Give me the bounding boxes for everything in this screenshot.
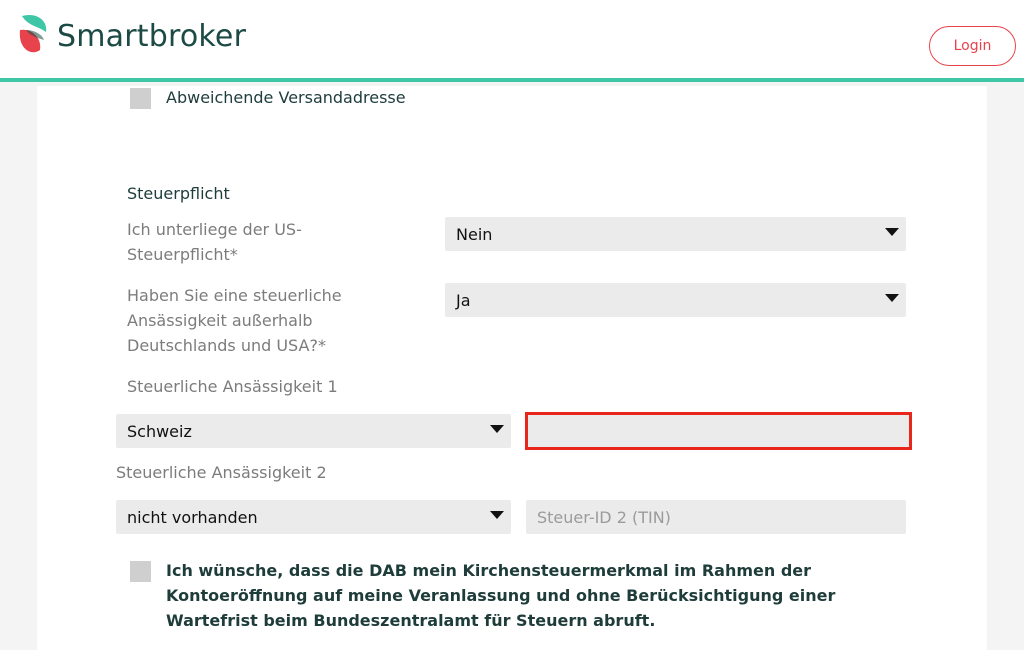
caret-down-icon bbox=[885, 228, 899, 236]
church-tax-line3: Wartefrist beim Bundeszentralamt für Ste… bbox=[166, 611, 656, 630]
us-tax-select[interactable]: Nein bbox=[445, 217, 906, 251]
residency1-label: Steuerliche Ansässigkeit 1 bbox=[127, 377, 338, 396]
us-tax-select-value: Nein bbox=[456, 224, 493, 244]
alt-address-checkbox[interactable] bbox=[130, 88, 151, 109]
site-header: Smartbroker Login bbox=[0, 0, 1024, 82]
residency2-tin-placeholder: Steuer-ID 2 (TIN) bbox=[537, 507, 671, 527]
church-tax-checkbox[interactable] bbox=[130, 561, 151, 582]
church-tax-line1: Ich wünsche, dass die DAB mein Kirchenst… bbox=[166, 561, 812, 580]
brand-name: Smartbroker bbox=[57, 19, 247, 54]
foreign-residency-select[interactable]: Ja bbox=[445, 283, 906, 317]
foreign-residency-select-value: Ja bbox=[456, 290, 471, 310]
caret-down-icon bbox=[490, 511, 504, 519]
church-tax-line2: Kontoeröffnung auf meine Veranlassung un… bbox=[166, 586, 836, 605]
alt-address-label: Abweichende Versandadresse bbox=[166, 88, 406, 107]
caret-down-icon bbox=[490, 425, 504, 433]
caret-down-icon bbox=[885, 294, 899, 302]
residency1-tin-input[interactable] bbox=[525, 412, 912, 450]
foreign-residency-label-line3: Deutschlands und USA?* bbox=[127, 336, 326, 355]
residency2-label: Steuerliche Ansässigkeit 2 bbox=[116, 463, 327, 482]
residency2-country-value: nicht vorhanden bbox=[127, 507, 258, 527]
residency2-country-select[interactable]: nicht vorhanden bbox=[116, 500, 511, 534]
us-tax-label-line1: Ich unterliege der US- bbox=[127, 220, 302, 239]
residency1-country-value: Schweiz bbox=[127, 421, 192, 441]
residency1-country-select[interactable]: Schweiz bbox=[116, 414, 511, 448]
residency2-tin-input[interactable]: Steuer-ID 2 (TIN) bbox=[526, 500, 906, 534]
tax-section-title: Steuerpflicht bbox=[127, 184, 230, 203]
us-tax-label-line2: Steuerpflicht* bbox=[127, 245, 238, 264]
foreign-residency-label-line1: Haben Sie eine steuerliche bbox=[127, 286, 342, 305]
church-tax-consent-text: Ich wünsche, dass die DAB mein Kirchenst… bbox=[166, 558, 866, 633]
smartbroker-logo-icon bbox=[19, 14, 47, 53]
login-button[interactable]: Login bbox=[929, 26, 1016, 66]
foreign-residency-label-line2: Ansässigkeit außerhalb bbox=[127, 311, 313, 330]
